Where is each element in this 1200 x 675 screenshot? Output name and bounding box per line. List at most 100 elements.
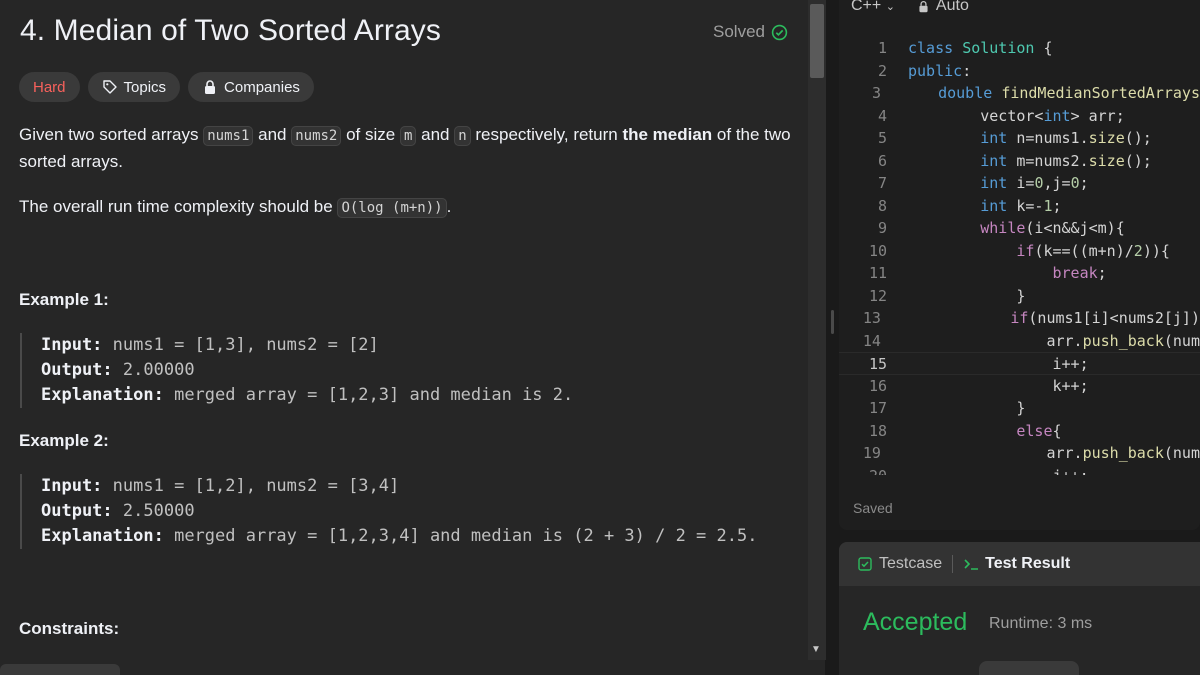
problem-statement: Given two sorted arrays nums1 and nums2 … bbox=[19, 122, 799, 175]
tab-separator bbox=[952, 555, 954, 573]
code-line[interactable]: 13 if(nums1[i]<nums2[j]) bbox=[839, 307, 1200, 330]
line-number: 3 bbox=[871, 84, 881, 102]
code-line[interactable]: 7 int i=0,j=0; bbox=[839, 172, 1200, 195]
code-text: arr.push_back(num bbox=[901, 331, 1200, 350]
code-text: k++; bbox=[908, 376, 1089, 395]
code-text: double findMedianSortedArrays bbox=[938, 84, 1200, 102]
code-area[interactable]: 1 class Solution { 2 public: 3 double findMe… bbox=[839, 37, 1200, 475]
explanation-label: Explanation: bbox=[41, 526, 164, 546]
saved-status: Saved bbox=[853, 500, 893, 516]
code-line[interactable]: 1 class Solution { bbox=[839, 37, 1200, 60]
difficulty-label: Hard bbox=[33, 78, 66, 96]
constraints-heading: Constraints: bbox=[19, 619, 120, 638]
output-label: Output: bbox=[41, 360, 113, 380]
line-number: 5 bbox=[877, 129, 887, 147]
example-output: 2.00000 bbox=[122, 360, 195, 380]
code-editor-panel: C++ ⌄ Auto 1 class Solution { 2 public: 3 do… bbox=[839, 0, 1200, 530]
difficulty-badge: Hard bbox=[19, 72, 80, 102]
example-2-heading: Example 2: bbox=[19, 431, 109, 450]
line-number: 6 bbox=[877, 151, 887, 170]
code-line[interactable]: 6 int m=nums2.size(); bbox=[839, 150, 1200, 173]
tag-icon bbox=[102, 80, 117, 94]
result-tab-pill[interactable] bbox=[979, 661, 1079, 675]
line-number: 16 bbox=[868, 376, 887, 395]
complexity-statement: The overall run time complexity should b… bbox=[19, 194, 799, 221]
example-output: 2.50000 bbox=[122, 501, 195, 521]
line-number: 4 bbox=[877, 106, 887, 125]
runtime-text: Runtime: 3 ms bbox=[989, 615, 1093, 632]
line-number: 1 bbox=[877, 39, 887, 57]
code-text: else{ bbox=[1016, 421, 1062, 440]
code-line[interactable]: 5 int n=nums1.size(); bbox=[839, 127, 1200, 150]
statement-text: respectively, return bbox=[470, 125, 623, 144]
terminal-icon bbox=[964, 559, 979, 570]
code-text: arr.push_back(num bbox=[901, 444, 1200, 462]
code-text: j++; bbox=[887, 465, 1088, 476]
example-input: nums1 = [1,2], nums2 = [3,4] bbox=[112, 476, 400, 496]
resize-handle[interactable] bbox=[831, 310, 834, 334]
lock-icon bbox=[919, 0, 928, 12]
panel-divider[interactable] bbox=[826, 0, 839, 675]
line-number: 11 bbox=[868, 264, 887, 282]
solved-status: Solved bbox=[713, 22, 788, 42]
scroll-down-arrow-icon[interactable]: ▼ bbox=[811, 644, 821, 655]
statement-text: and bbox=[416, 125, 455, 144]
editor-toolbar: C++ ⌄ Auto bbox=[851, 0, 969, 15]
code-line[interactable]: 10 if(k==((m+n)/2)){ bbox=[839, 240, 1200, 263]
code-text: public: bbox=[908, 61, 972, 80]
language-label: C++ bbox=[851, 0, 882, 14]
scrollbar-thumb[interactable] bbox=[810, 4, 824, 78]
auto-mode[interactable]: Auto bbox=[917, 0, 969, 15]
line-number: 2 bbox=[877, 61, 887, 80]
code-line[interactable]: 2 public: bbox=[839, 60, 1200, 83]
statement-text: . bbox=[446, 197, 452, 216]
code-n: n bbox=[454, 126, 471, 146]
statement-text: of size bbox=[341, 125, 400, 144]
example-1-block: Input: nums1 = [1,3], nums2 = [2] Output… bbox=[20, 333, 573, 408]
code-line[interactable]: 19 arr.push_back(num bbox=[839, 442, 1200, 465]
language-select[interactable]: C++ ⌄ bbox=[851, 0, 895, 15]
topics-label: Topics bbox=[123, 78, 167, 96]
code-line[interactable]: 11 break; bbox=[839, 262, 1200, 285]
line-number: 20 bbox=[839, 465, 887, 476]
code-line[interactable]: 18 else{ bbox=[839, 420, 1200, 443]
line-number: 9 bbox=[877, 219, 887, 237]
code-line[interactable]: 12 } bbox=[839, 285, 1200, 308]
statement-text: and bbox=[253, 125, 292, 144]
code-line[interactable]: 9 while(i<n&&j<m){ bbox=[839, 217, 1200, 240]
line-number: 14 bbox=[862, 331, 881, 350]
code-text: class Solution { bbox=[908, 39, 1053, 57]
line-number: 18 bbox=[868, 421, 887, 440]
statement-bold: the median bbox=[622, 125, 713, 144]
explanation-label: Explanation: bbox=[41, 385, 164, 405]
code-line[interactable]: 8 int k=-1; bbox=[839, 195, 1200, 218]
code-line[interactable]: 20 j++; bbox=[839, 465, 1200, 476]
auto-label: Auto bbox=[935, 0, 969, 14]
topics-button[interactable]: Topics bbox=[87, 72, 181, 102]
companies-label: Companies bbox=[224, 78, 300, 96]
code-line[interactable]: 17 } bbox=[839, 397, 1200, 420]
example-explanation: merged array = [1,2,3] and median is 2. bbox=[174, 385, 574, 405]
line-number: 17 bbox=[868, 399, 887, 417]
result-tabs: Testcase Test Result bbox=[839, 542, 1200, 586]
bottom-toolbar-partial[interactable] bbox=[0, 664, 120, 675]
code-complexity: O(log (m+n)) bbox=[337, 198, 447, 218]
companies-button[interactable]: Companies bbox=[188, 72, 314, 102]
line-number: 8 bbox=[877, 196, 887, 215]
code-line[interactable]: 3 double findMedianSortedArrays bbox=[839, 82, 1200, 105]
input-label: Input: bbox=[41, 476, 103, 496]
tab-test-result[interactable]: Test Result bbox=[963, 555, 1070, 573]
code-line[interactable]: 15 i++; bbox=[839, 352, 1200, 375]
tab-testcase[interactable]: Testcase bbox=[857, 555, 942, 573]
code-line[interactable]: 16 k++; bbox=[839, 375, 1200, 398]
tab-test-result-label: Test Result bbox=[985, 555, 1071, 572]
code-text: break; bbox=[1052, 264, 1107, 282]
verdict-accepted: Accepted bbox=[863, 608, 968, 636]
code-line[interactable]: 14 arr.push_back(num bbox=[839, 330, 1200, 353]
code-text: } bbox=[908, 286, 1026, 305]
output-label: Output: bbox=[41, 501, 113, 521]
code-text: int n=nums1.size(); bbox=[980, 129, 1152, 147]
description-scrollbar[interactable] bbox=[808, 0, 826, 660]
code-text: } bbox=[908, 399, 1026, 417]
code-line[interactable]: 4 vector<int> arr; bbox=[839, 105, 1200, 128]
